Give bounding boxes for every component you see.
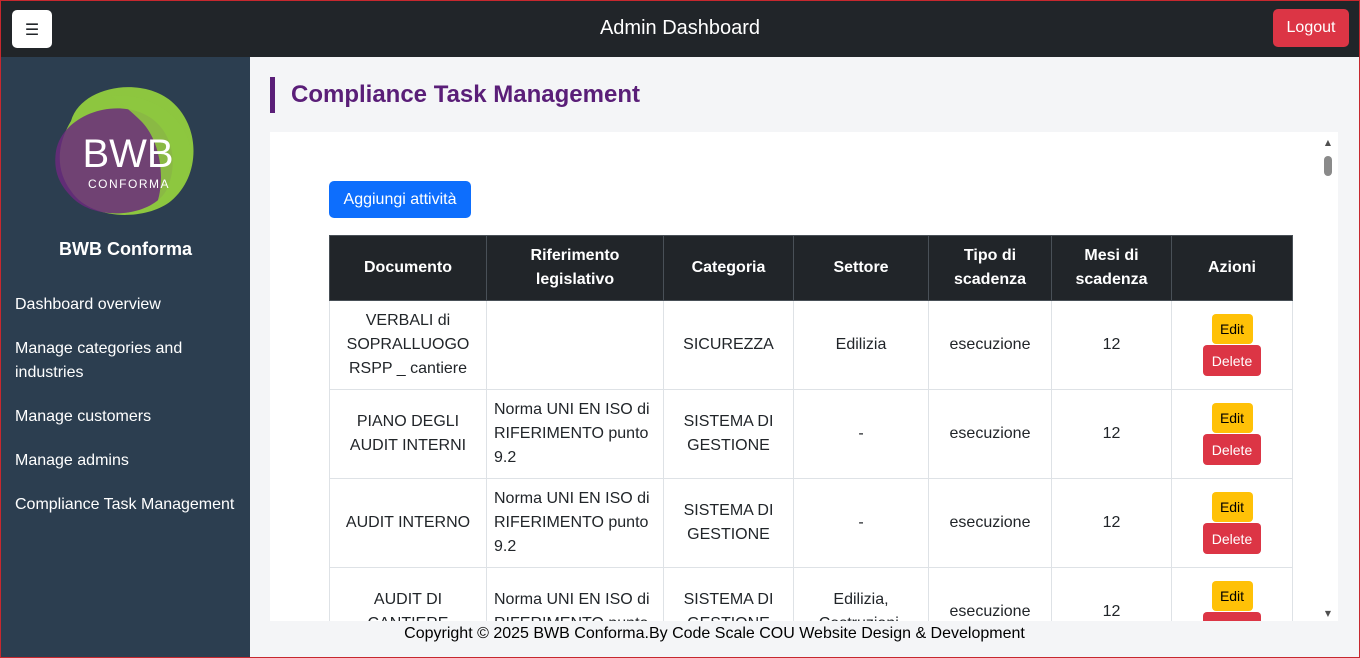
- svg-text:CONFORMA: CONFORMA: [88, 177, 170, 191]
- brand-logo: BWB CONFORMA: [51, 81, 201, 221]
- table-row: VERBALI di SOPRALLUOGO RSPP _ cantiere S…: [329, 300, 1293, 390]
- cell-actions: Edit Delete: [1171, 567, 1293, 621]
- cell-tipo-scadenza: esecuzione: [928, 300, 1052, 390]
- cell-settore: -: [793, 389, 929, 479]
- sidebar-item-manage-customers[interactable]: Manage customers: [15, 405, 243, 429]
- table-row: AUDIT DI CANTIERE Norma UNI EN ISO di RI…: [329, 567, 1293, 621]
- edit-button[interactable]: Edit: [1211, 492, 1253, 522]
- sidebar-item-compliance-task-management[interactable]: Compliance Task Management: [15, 493, 243, 517]
- table-header-row: Documento Riferimento legislativo Catego…: [329, 235, 1293, 301]
- cell-settore: Edilizia: [793, 300, 929, 390]
- vertical-scrollbar[interactable]: ▲ ▼: [1320, 138, 1334, 618]
- cell-categoria: SISTEMA DI GESTIONE: [663, 478, 794, 568]
- svg-text:BWB: BWB: [82, 132, 173, 176]
- task-table-card: Aggiungi attività Documento Riferimento …: [270, 132, 1338, 621]
- cell-riferimento: [486, 300, 664, 390]
- cell-documento: PIANO DEGLI AUDIT INTERNI: [329, 389, 487, 479]
- cell-documento: VERBALI di SOPRALLUOGO RSPP _ cantiere: [329, 300, 487, 390]
- column-header-settore[interactable]: Settore: [793, 235, 929, 301]
- cell-riferimento: Norma UNI EN ISO di RIFERIMENTO punto 9.…: [486, 478, 664, 568]
- scroll-down-arrow-icon[interactable]: ▼: [1323, 609, 1333, 618]
- column-header-categoria[interactable]: Categoria: [663, 235, 794, 301]
- delete-button[interactable]: Delete: [1203, 345, 1261, 376]
- logout-button[interactable]: Logout: [1273, 9, 1349, 47]
- cell-mesi-scadenza: 12: [1051, 300, 1172, 390]
- column-header-mesi-scadenza[interactable]: Mesi di scadenza: [1051, 235, 1172, 301]
- page-title: Compliance Task Management: [270, 77, 640, 113]
- cell-riferimento: Norma UNI EN ISO di RIFERIMENTO punto 9.…: [486, 389, 664, 479]
- navbar-title: Admin Dashboard: [599, 17, 761, 39]
- cell-documento: AUDIT INTERNO: [329, 478, 487, 568]
- app-window: ☰ Admin Dashboard Logout BWB CONFORMA BW…: [0, 0, 1360, 658]
- edit-button[interactable]: Edit: [1211, 581, 1253, 611]
- delete-button[interactable]: Delete: [1203, 434, 1261, 465]
- footer: Copyright © 2025 BWB Conforma.By Code Sc…: [250, 624, 1359, 657]
- column-header-documento[interactable]: Documento: [329, 235, 487, 301]
- cell-settore: -: [793, 478, 929, 568]
- cell-riferimento: Norma UNI EN ISO di RIFERIMENTO punto: [486, 567, 664, 621]
- cell-mesi-scadenza: 12: [1051, 389, 1172, 479]
- delete-button[interactable]: Delete: [1203, 523, 1261, 554]
- column-header-riferimento[interactable]: Riferimento legislativo: [486, 235, 664, 301]
- cell-categoria: SISTEMA DI GESTIONE: [663, 389, 794, 479]
- sidebar-nav: Dashboard overview Manage categories and…: [15, 293, 243, 537]
- copyright-text: Copyright © 2025 BWB Conforma.By Code Sc…: [404, 625, 1025, 642]
- brand-name: BWB Conforma: [59, 239, 192, 259]
- main-content: Compliance Task Management Aggiungi atti…: [250, 57, 1359, 657]
- sidebar-item-dashboard-overview[interactable]: Dashboard overview: [15, 293, 243, 317]
- sidebar: BWB CONFORMA BWB Conforma Dashboard over…: [1, 57, 250, 657]
- cell-documento: AUDIT DI CANTIERE: [329, 567, 487, 621]
- edit-button[interactable]: Edit: [1211, 314, 1253, 344]
- cell-mesi-scadenza: 12: [1051, 478, 1172, 568]
- sidebar-item-manage-admins[interactable]: Manage admins: [15, 449, 243, 473]
- top-navbar: ☰ Admin Dashboard Logout: [1, 1, 1359, 57]
- compliance-task-table: Documento Riferimento legislativo Catego…: [329, 235, 1293, 621]
- cell-tipo-scadenza: esecuzione: [928, 567, 1052, 621]
- cell-categoria: SISTEMA DI GESTIONE: [663, 567, 794, 621]
- scroll-thumb[interactable]: [1324, 156, 1332, 176]
- cell-categoria: SICUREZZA: [663, 300, 794, 390]
- scroll-up-arrow-icon[interactable]: ▲: [1323, 138, 1333, 147]
- add-task-button[interactable]: Aggiungi attività: [329, 181, 471, 218]
- cell-actions: Edit Delete: [1171, 478, 1293, 568]
- cell-actions: Edit Delete: [1171, 389, 1293, 479]
- cell-actions: Edit Delete: [1171, 300, 1293, 390]
- table-row: PIANO DEGLI AUDIT INTERNI Norma UNI EN I…: [329, 389, 1293, 479]
- column-header-tipo-scadenza[interactable]: Tipo di scadenza: [928, 235, 1052, 301]
- cell-settore: Edilizia, Costruzioni,: [793, 567, 929, 621]
- delete-button[interactable]: Delete: [1203, 612, 1261, 621]
- cell-mesi-scadenza: 12: [1051, 567, 1172, 621]
- cell-tipo-scadenza: esecuzione: [928, 389, 1052, 479]
- cell-tipo-scadenza: esecuzione: [928, 478, 1052, 568]
- table-row: AUDIT INTERNO Norma UNI EN ISO di RIFERI…: [329, 478, 1293, 568]
- sidebar-item-manage-categories[interactable]: Manage categories and industries: [15, 337, 243, 385]
- column-header-azioni: Azioni: [1171, 235, 1293, 301]
- edit-button[interactable]: Edit: [1211, 403, 1253, 433]
